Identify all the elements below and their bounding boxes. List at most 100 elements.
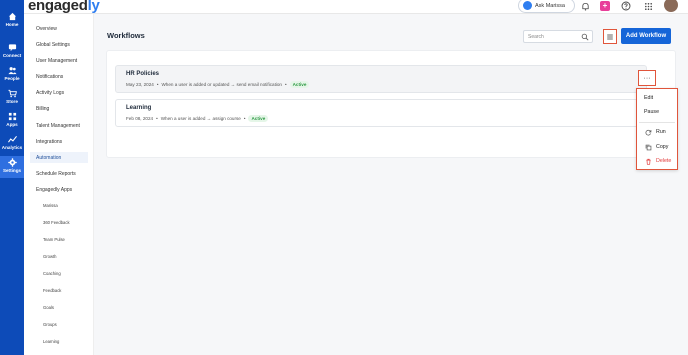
trash-icon (646, 158, 651, 165)
nav-label: Engagedly Apps (36, 186, 73, 193)
nav-app-learning[interactable]: Learning (30, 336, 88, 347)
nav-app-goals[interactable]: Goals (30, 302, 88, 313)
nav-item-schedule-reports[interactable]: Schedule Reports (30, 168, 88, 179)
nav-label: Overview (36, 25, 57, 32)
meta-dot-separator: • (284, 82, 287, 87)
workflows-panel: HR Policies May 23, 2024 • When a user i… (106, 50, 676, 158)
logo-text: engaged (28, 0, 88, 14)
bell-icon[interactable] (580, 1, 590, 11)
refresh-icon (645, 129, 652, 135)
page-title: Workflows (107, 31, 145, 40)
workflow-name: Learning (126, 105, 152, 111)
nav-app-label: Marissa (43, 203, 58, 208)
nav-label: Global Settings (36, 41, 70, 48)
apps-icon (8, 112, 16, 121)
user-avatar[interactable] (664, 0, 678, 12)
nav-item-notifications[interactable]: Notifications (30, 71, 88, 82)
cart-icon (7, 89, 17, 98)
nav-label: Schedule Reports (36, 170, 76, 177)
nav-app-feedback[interactable]: Feedback (30, 285, 88, 296)
grid-menu-icon[interactable] (643, 1, 653, 11)
status-badge: Active (248, 115, 269, 122)
engagedly-logo[interactable]: engagedly (28, 0, 100, 14)
nav-item-engagedly-apps[interactable]: Engagedly Apps (30, 184, 88, 195)
workflow-meta: Feb 08, 2024 • When a user is added → as… (126, 115, 269, 122)
filter-lines-icon (607, 34, 613, 39)
meta-dot-separator: • (156, 82, 159, 87)
more-dots-icon: ··· (643, 74, 651, 82)
gear-icon (7, 158, 17, 167)
rail-label-store: Store (6, 99, 18, 104)
search-placeholder: Search (528, 33, 544, 40)
menu-item-run[interactable]: Run (637, 126, 676, 138)
create-plus-button[interactable]: + (600, 1, 610, 11)
menu-item-delete[interactable]: Delete (637, 155, 676, 167)
nav-item-integrations[interactable]: Integrations (30, 136, 88, 147)
marissa-avatar-icon (523, 1, 532, 10)
search-input[interactable]: Search (523, 30, 593, 43)
workflow-card[interactable]: HR Policies May 23, 2024 • When a user i… (115, 65, 647, 93)
rail-item-settings[interactable]: Settings (0, 156, 24, 178)
nav-app-groups[interactable]: Groups (30, 319, 88, 330)
nav-app-label: 360 Feedback (43, 220, 70, 225)
rail-item-connect[interactable]: Connect (0, 43, 24, 65)
nav-label: Activity Logs (36, 89, 65, 96)
rail-item-apps[interactable]: Apps (0, 112, 24, 134)
nav-item-overview[interactable]: Overview (30, 23, 88, 34)
nav-app-marissa[interactable]: Marissa (30, 200, 88, 211)
meta-dot-separator: • (243, 116, 246, 121)
analytics-icon (7, 136, 17, 143)
menu-item-copy[interactable]: Copy (637, 141, 676, 153)
rail-label-connect: Connect (2, 53, 22, 58)
menu-label: Delete (656, 158, 672, 164)
nav-item-user-management[interactable]: User Management (30, 55, 88, 66)
menu-item-edit[interactable]: Edit (637, 92, 676, 104)
nav-app-growth[interactable]: Growth (30, 251, 88, 262)
top-bar: engagedly Ask Marissa + (24, 0, 688, 14)
nav-label: User Management (36, 57, 78, 64)
workflow-description: When a user is added or updated → send e… (161, 82, 282, 87)
workflow-meta: May 23, 2024 • When a user is added or u… (126, 81, 310, 88)
workflow-card[interactable]: Learning Feb 08, 2024 • When a user is a… (115, 99, 647, 127)
menu-label: Copy (656, 144, 669, 150)
help-icon[interactable] (621, 1, 631, 11)
meta-dot-separator: • (156, 116, 158, 121)
more-actions-button[interactable]: ··· (638, 70, 656, 86)
nav-item-talent-management[interactable]: Talent Management (30, 120, 88, 131)
rail-item-store[interactable]: Store (0, 89, 24, 111)
menu-label: Run (656, 129, 666, 135)
plus-icon: + (602, 1, 608, 10)
home-icon (8, 12, 16, 21)
people-icon (7, 67, 17, 75)
menu-divider (639, 122, 675, 123)
nav-app-label: Learning (43, 339, 60, 344)
nav-item-billing[interactable]: Billing (30, 103, 88, 114)
workflow-name: HR Policies (126, 71, 160, 77)
workflow-date: May 23, 2024 (126, 82, 154, 87)
rail-item-home[interactable]: Home (0, 12, 24, 34)
nav-item-automation[interactable]: Automation (30, 152, 88, 163)
settings-nav: Overview Global Settings User Management… (24, 14, 94, 355)
nav-label: Integrations (36, 138, 63, 145)
rail-label-apps: Apps (6, 122, 18, 127)
nav-app-360-feedback[interactable]: 360 Feedback (30, 217, 88, 228)
menu-label: Pause (644, 109, 660, 115)
chat-icon (8, 44, 16, 52)
rail-item-people[interactable]: People (0, 66, 24, 88)
nav-item-activity-logs[interactable]: Activity Logs (30, 87, 88, 98)
nav-app-label: Groups (43, 322, 57, 327)
filter-menu-button[interactable] (603, 29, 617, 44)
nav-app-label: Feedback (43, 288, 62, 293)
nav-app-team-pulse[interactable]: Team Pulse (30, 234, 88, 245)
ask-marissa-label: Ask Marissa (535, 2, 565, 9)
workflow-description: When a user is added → assign course (160, 116, 241, 121)
nav-app-coaching[interactable]: Coaching (30, 268, 88, 279)
add-workflow-button[interactable]: Add Workflow (621, 28, 671, 44)
ask-marissa-button[interactable]: Ask Marissa (518, 0, 575, 13)
nav-item-global-settings[interactable]: Global Settings (30, 39, 88, 50)
rail-item-analytics[interactable]: Analytics (0, 135, 24, 157)
nav-app-label: Goals (43, 305, 54, 310)
search-icon (581, 33, 589, 41)
menu-item-pause[interactable]: Pause (637, 106, 676, 118)
rail-label-analytics: Analytics (1, 145, 23, 150)
